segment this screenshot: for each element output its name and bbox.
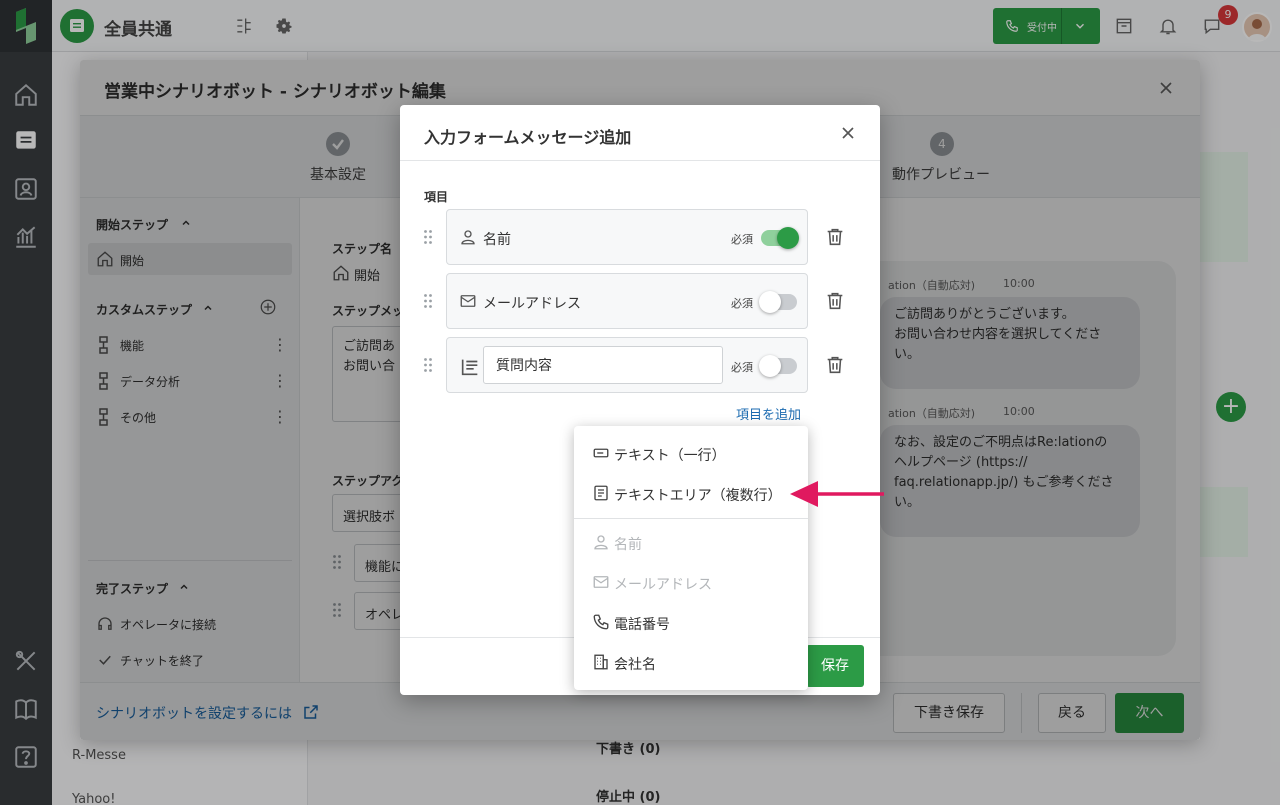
form-modal-title: 入力フォームメッセージ追加 (424, 128, 632, 147)
add-item-dropdown: テキスト（一行） テキストエリア（複数行） 名前 メールアドレス 電話番号 会社… (574, 426, 808, 690)
required-label: 必須 (731, 233, 753, 246)
dropdown-item-name: 名前 (574, 523, 808, 563)
trash-icon[interactable] (824, 290, 846, 312)
text-area-icon (592, 484, 610, 502)
section-label: 項目 (424, 190, 449, 204)
item-label-input[interactable] (483, 346, 723, 384)
trash-icon[interactable] (824, 354, 846, 376)
form-item-name[interactable]: 名前 必須 (446, 209, 808, 265)
text-area-icon (459, 356, 481, 378)
close-icon[interactable] (838, 123, 858, 143)
form-item-label: メールアドレス (483, 296, 581, 312)
required-label: 必須 (731, 297, 753, 310)
person-icon (459, 228, 477, 246)
required-toggle[interactable] (761, 227, 799, 249)
save-button[interactable]: 保存 (806, 645, 864, 687)
mail-icon (459, 292, 477, 310)
form-item-label: 名前 (483, 232, 511, 248)
dropdown-item-text-area[interactable]: テキストエリア（複数行） (574, 474, 808, 514)
required-toggle[interactable] (759, 355, 797, 377)
mail-icon (592, 573, 610, 591)
trash-icon[interactable] (824, 226, 846, 248)
drag-handle-icon[interactable] (423, 357, 433, 373)
text-line-icon (592, 444, 610, 462)
form-item-question[interactable]: 必須 (446, 337, 808, 393)
drag-handle-icon[interactable] (423, 293, 433, 309)
building-icon (592, 653, 610, 671)
form-item-email[interactable]: メールアドレス 必須 (446, 273, 808, 329)
person-icon (592, 533, 610, 551)
phone-icon (592, 613, 610, 631)
add-item-link[interactable]: 項目を追加 (736, 404, 801, 423)
dropdown-item-text-line[interactable]: テキスト（一行） (574, 434, 808, 474)
annotation-arrow-icon (788, 478, 888, 510)
required-toggle[interactable] (759, 291, 797, 313)
dropdown-item-phone[interactable]: 電話番号 (574, 603, 808, 643)
dropdown-item-company[interactable]: 会社名 (574, 643, 808, 683)
drag-handle-icon[interactable] (423, 229, 433, 245)
dropdown-item-email: メールアドレス (574, 563, 808, 603)
required-label: 必須 (731, 361, 753, 374)
